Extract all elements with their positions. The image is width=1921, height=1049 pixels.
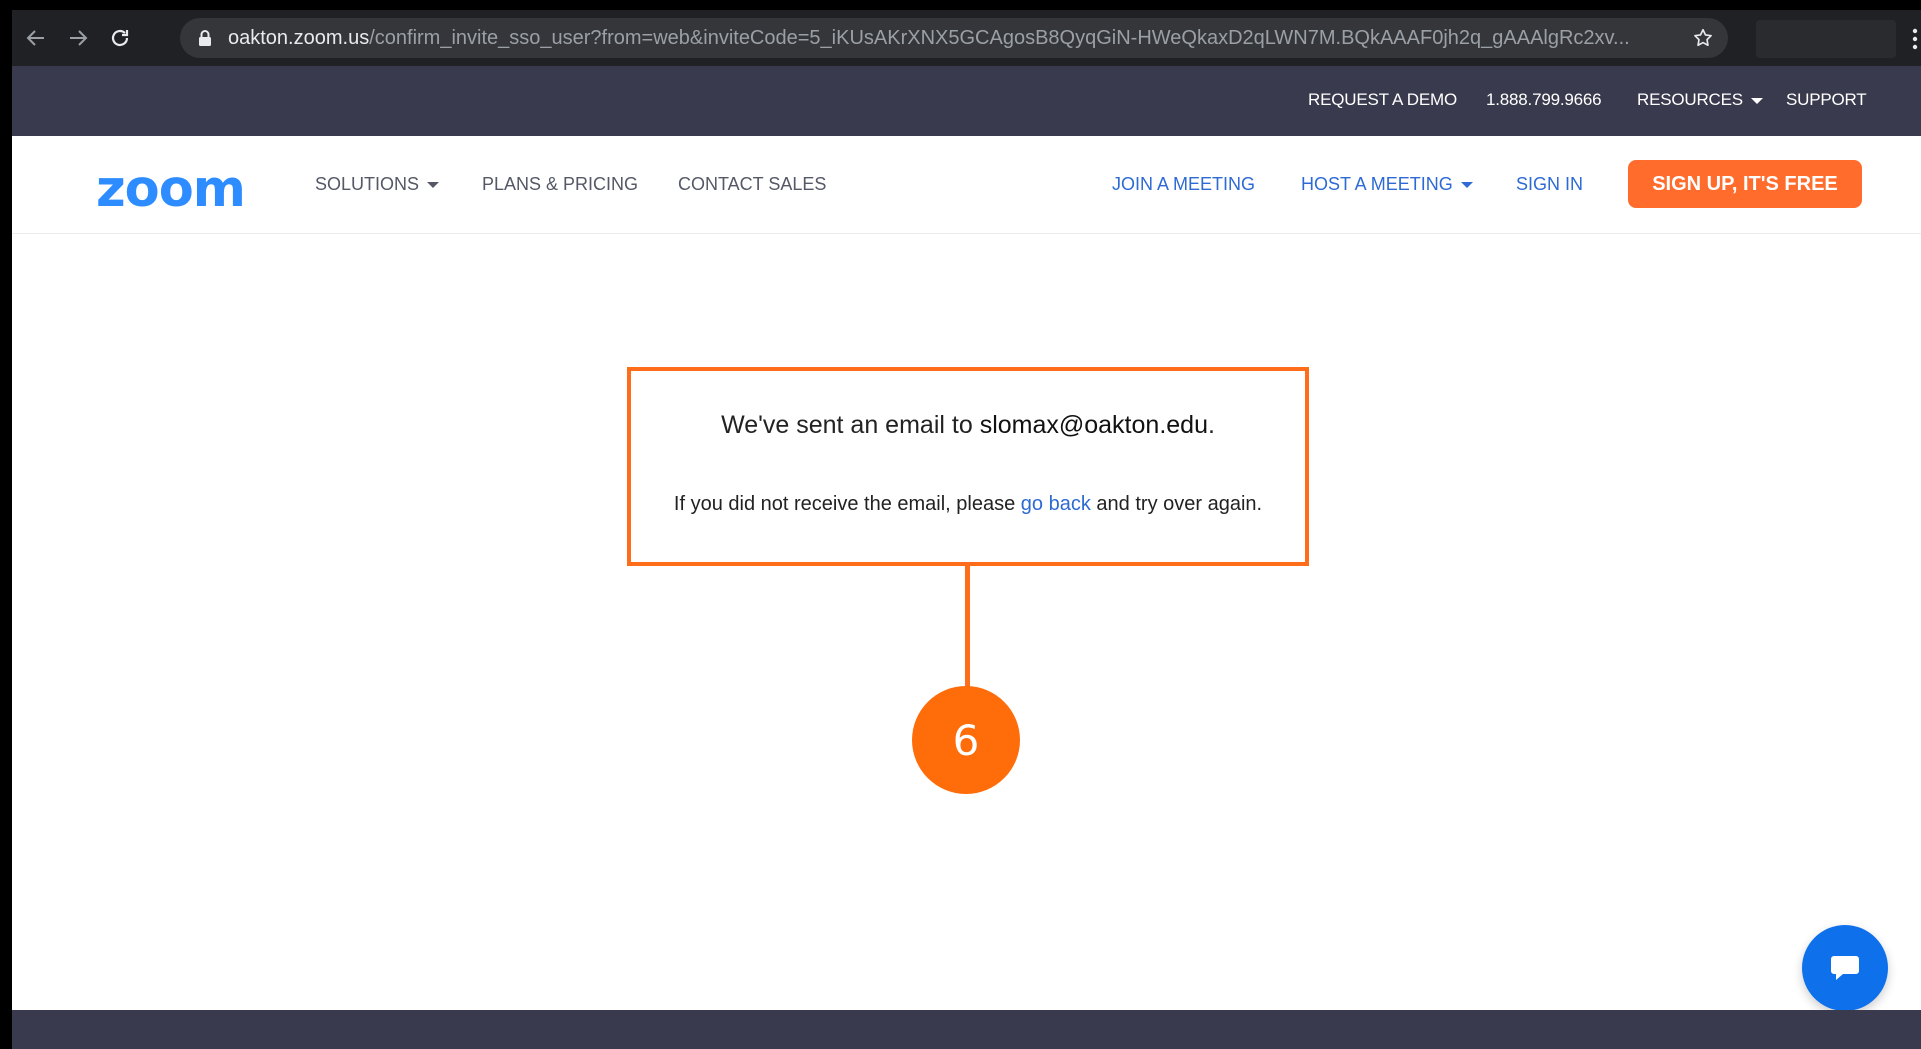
solutions-label: SOLUTIONS xyxy=(315,174,420,194)
plans-pricing-link[interactable]: PLANS & PRICING xyxy=(482,174,638,195)
page-footer xyxy=(12,1010,1921,1049)
retry-suffix: and try over again. xyxy=(1096,493,1263,515)
url-path: /confirm_invite_sso_user?from=web&invite… xyxy=(369,26,1630,49)
utility-bar: REQUEST A DEMO 1.888.799.9666 RESOURCES … xyxy=(12,66,1921,136)
chat-button[interactable] xyxy=(1802,925,1888,1011)
email-sent-suffix: . xyxy=(1207,411,1215,439)
join-meeting-link[interactable]: JOIN A MEETING xyxy=(1112,174,1255,195)
reload-icon xyxy=(111,29,129,47)
sign-in-link[interactable]: SIGN IN xyxy=(1516,174,1583,195)
callout-connector-line xyxy=(965,566,970,696)
browser-toolbar: oakton.zoom.us/confirm_invite_sso_user?f… xyxy=(12,10,1921,66)
request-demo-link[interactable]: REQUEST A DEMO xyxy=(1308,90,1457,110)
more-menu-icon[interactable] xyxy=(1912,28,1918,50)
zoom-logo[interactable]: zoom xyxy=(96,164,246,215)
email-address: slomax@oakton.edu xyxy=(979,411,1208,439)
lock-icon xyxy=(199,30,211,46)
host-meeting-menu[interactable]: HOST A MEETING xyxy=(1301,174,1473,195)
forward-button[interactable] xyxy=(60,20,96,56)
caret-down-icon xyxy=(1460,182,1473,189)
retry-message: If you did not receive the email, please… xyxy=(631,493,1305,516)
resources-menu[interactable]: RESOURCES xyxy=(1637,90,1763,110)
host-meeting-label: HOST A MEETING xyxy=(1301,174,1453,194)
email-sent-prefix: We've sent an email to xyxy=(721,411,973,439)
back-button[interactable] xyxy=(18,20,54,56)
arrow-right-icon xyxy=(70,30,88,46)
support-link[interactable]: SUPPORT xyxy=(1786,90,1867,110)
chat-bubble-icon xyxy=(1831,956,1859,980)
phone-link[interactable]: 1.888.799.9666 xyxy=(1486,90,1602,110)
go-back-link[interactable]: go back xyxy=(1021,493,1091,515)
email-sent-message: We've sent an email to slomax@oakton.edu… xyxy=(631,411,1305,440)
reload-button[interactable] xyxy=(102,20,138,56)
sign-up-button[interactable]: SIGN UP, IT'S FREE xyxy=(1628,160,1862,208)
retry-prefix: If you did not receive the email, please xyxy=(673,493,1016,515)
step-number-badge: 6 xyxy=(912,686,1020,794)
email-sent-callout: We've sent an email to slomax@oakton.edu… xyxy=(627,367,1309,566)
arrow-left-icon xyxy=(26,30,44,46)
caret-down-icon xyxy=(427,182,440,189)
browser-window: oakton.zoom.us/confirm_invite_sso_user?f… xyxy=(12,10,1921,1049)
main-navigation: zoom SOLUTIONS PLANS & PRICING CONTACT S… xyxy=(12,136,1921,234)
solutions-menu[interactable]: SOLUTIONS xyxy=(315,174,440,195)
resources-label: RESOURCES xyxy=(1637,90,1743,109)
url-text: oakton.zoom.us/confirm_invite_sso_user?f… xyxy=(228,27,1668,50)
profile-area[interactable] xyxy=(1756,20,1896,58)
contact-sales-link[interactable]: CONTACT SALES xyxy=(678,174,826,195)
caret-down-icon xyxy=(1750,97,1763,104)
url-host: oakton.zoom.us xyxy=(228,26,370,49)
bookmark-star-icon[interactable] xyxy=(1692,27,1714,49)
address-bar[interactable]: oakton.zoom.us/confirm_invite_sso_user?f… xyxy=(180,18,1728,58)
